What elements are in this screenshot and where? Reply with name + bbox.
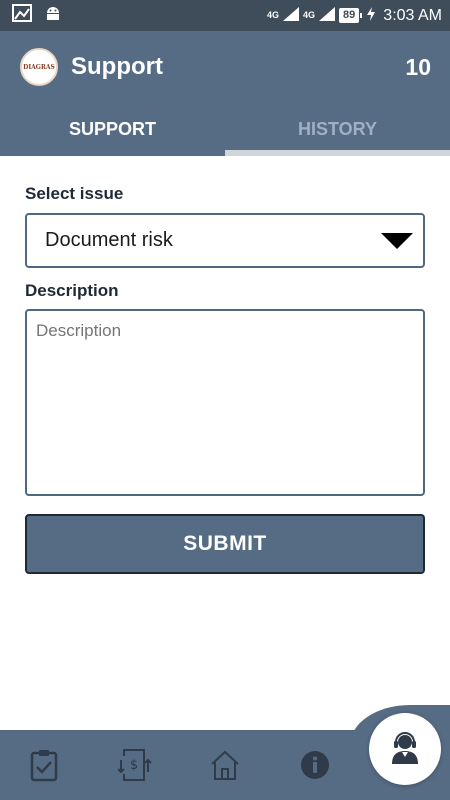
submit-button[interactable]: SUBMIT bbox=[25, 514, 425, 574]
charging-icon bbox=[367, 6, 376, 25]
tab-support[interactable]: SUPPORT bbox=[0, 103, 225, 156]
clock: 3:03 AM bbox=[383, 6, 442, 24]
issue-select-value: Document risk bbox=[45, 229, 173, 251]
logo-text: DIAGRAS bbox=[23, 63, 55, 71]
android-icon bbox=[44, 4, 62, 27]
description-input[interactable] bbox=[25, 309, 425, 496]
tab-history[interactable]: HISTORY bbox=[225, 103, 450, 156]
gallery-icon bbox=[12, 4, 32, 27]
svg-text:$: $ bbox=[130, 758, 138, 773]
support-agent-icon bbox=[388, 730, 422, 769]
description-label: Description bbox=[25, 281, 119, 300]
status-bar: 4G 4G 89 3:03 AM bbox=[0, 0, 450, 31]
battery-indicator: 89 bbox=[339, 8, 363, 23]
clipboard-check-icon[interactable] bbox=[27, 748, 61, 782]
issue-select[interactable]: Document risk bbox=[25, 213, 425, 268]
money-transfer-icon[interactable]: $ bbox=[118, 748, 152, 782]
tab-bar: SUPPORT HISTORY bbox=[0, 103, 450, 156]
tab-indicator bbox=[225, 150, 450, 156]
network-type-label-2: 4G bbox=[303, 10, 316, 20]
app-bar: DIAGRAS Support 10 bbox=[0, 31, 450, 103]
network-type-label: 4G bbox=[267, 10, 280, 20]
app-logo: DIAGRAS bbox=[20, 48, 58, 86]
page-title: Support bbox=[71, 53, 163, 80]
signal-icon bbox=[283, 6, 300, 25]
count-badge: 10 bbox=[405, 53, 431, 80]
dropdown-arrow-icon bbox=[381, 233, 413, 249]
info-icon[interactable] bbox=[298, 748, 332, 782]
home-icon[interactable] bbox=[208, 748, 242, 782]
select-issue-label: Select issue bbox=[25, 184, 124, 203]
support-fab-button[interactable] bbox=[369, 713, 441, 785]
signal-icon-2 bbox=[319, 6, 336, 25]
